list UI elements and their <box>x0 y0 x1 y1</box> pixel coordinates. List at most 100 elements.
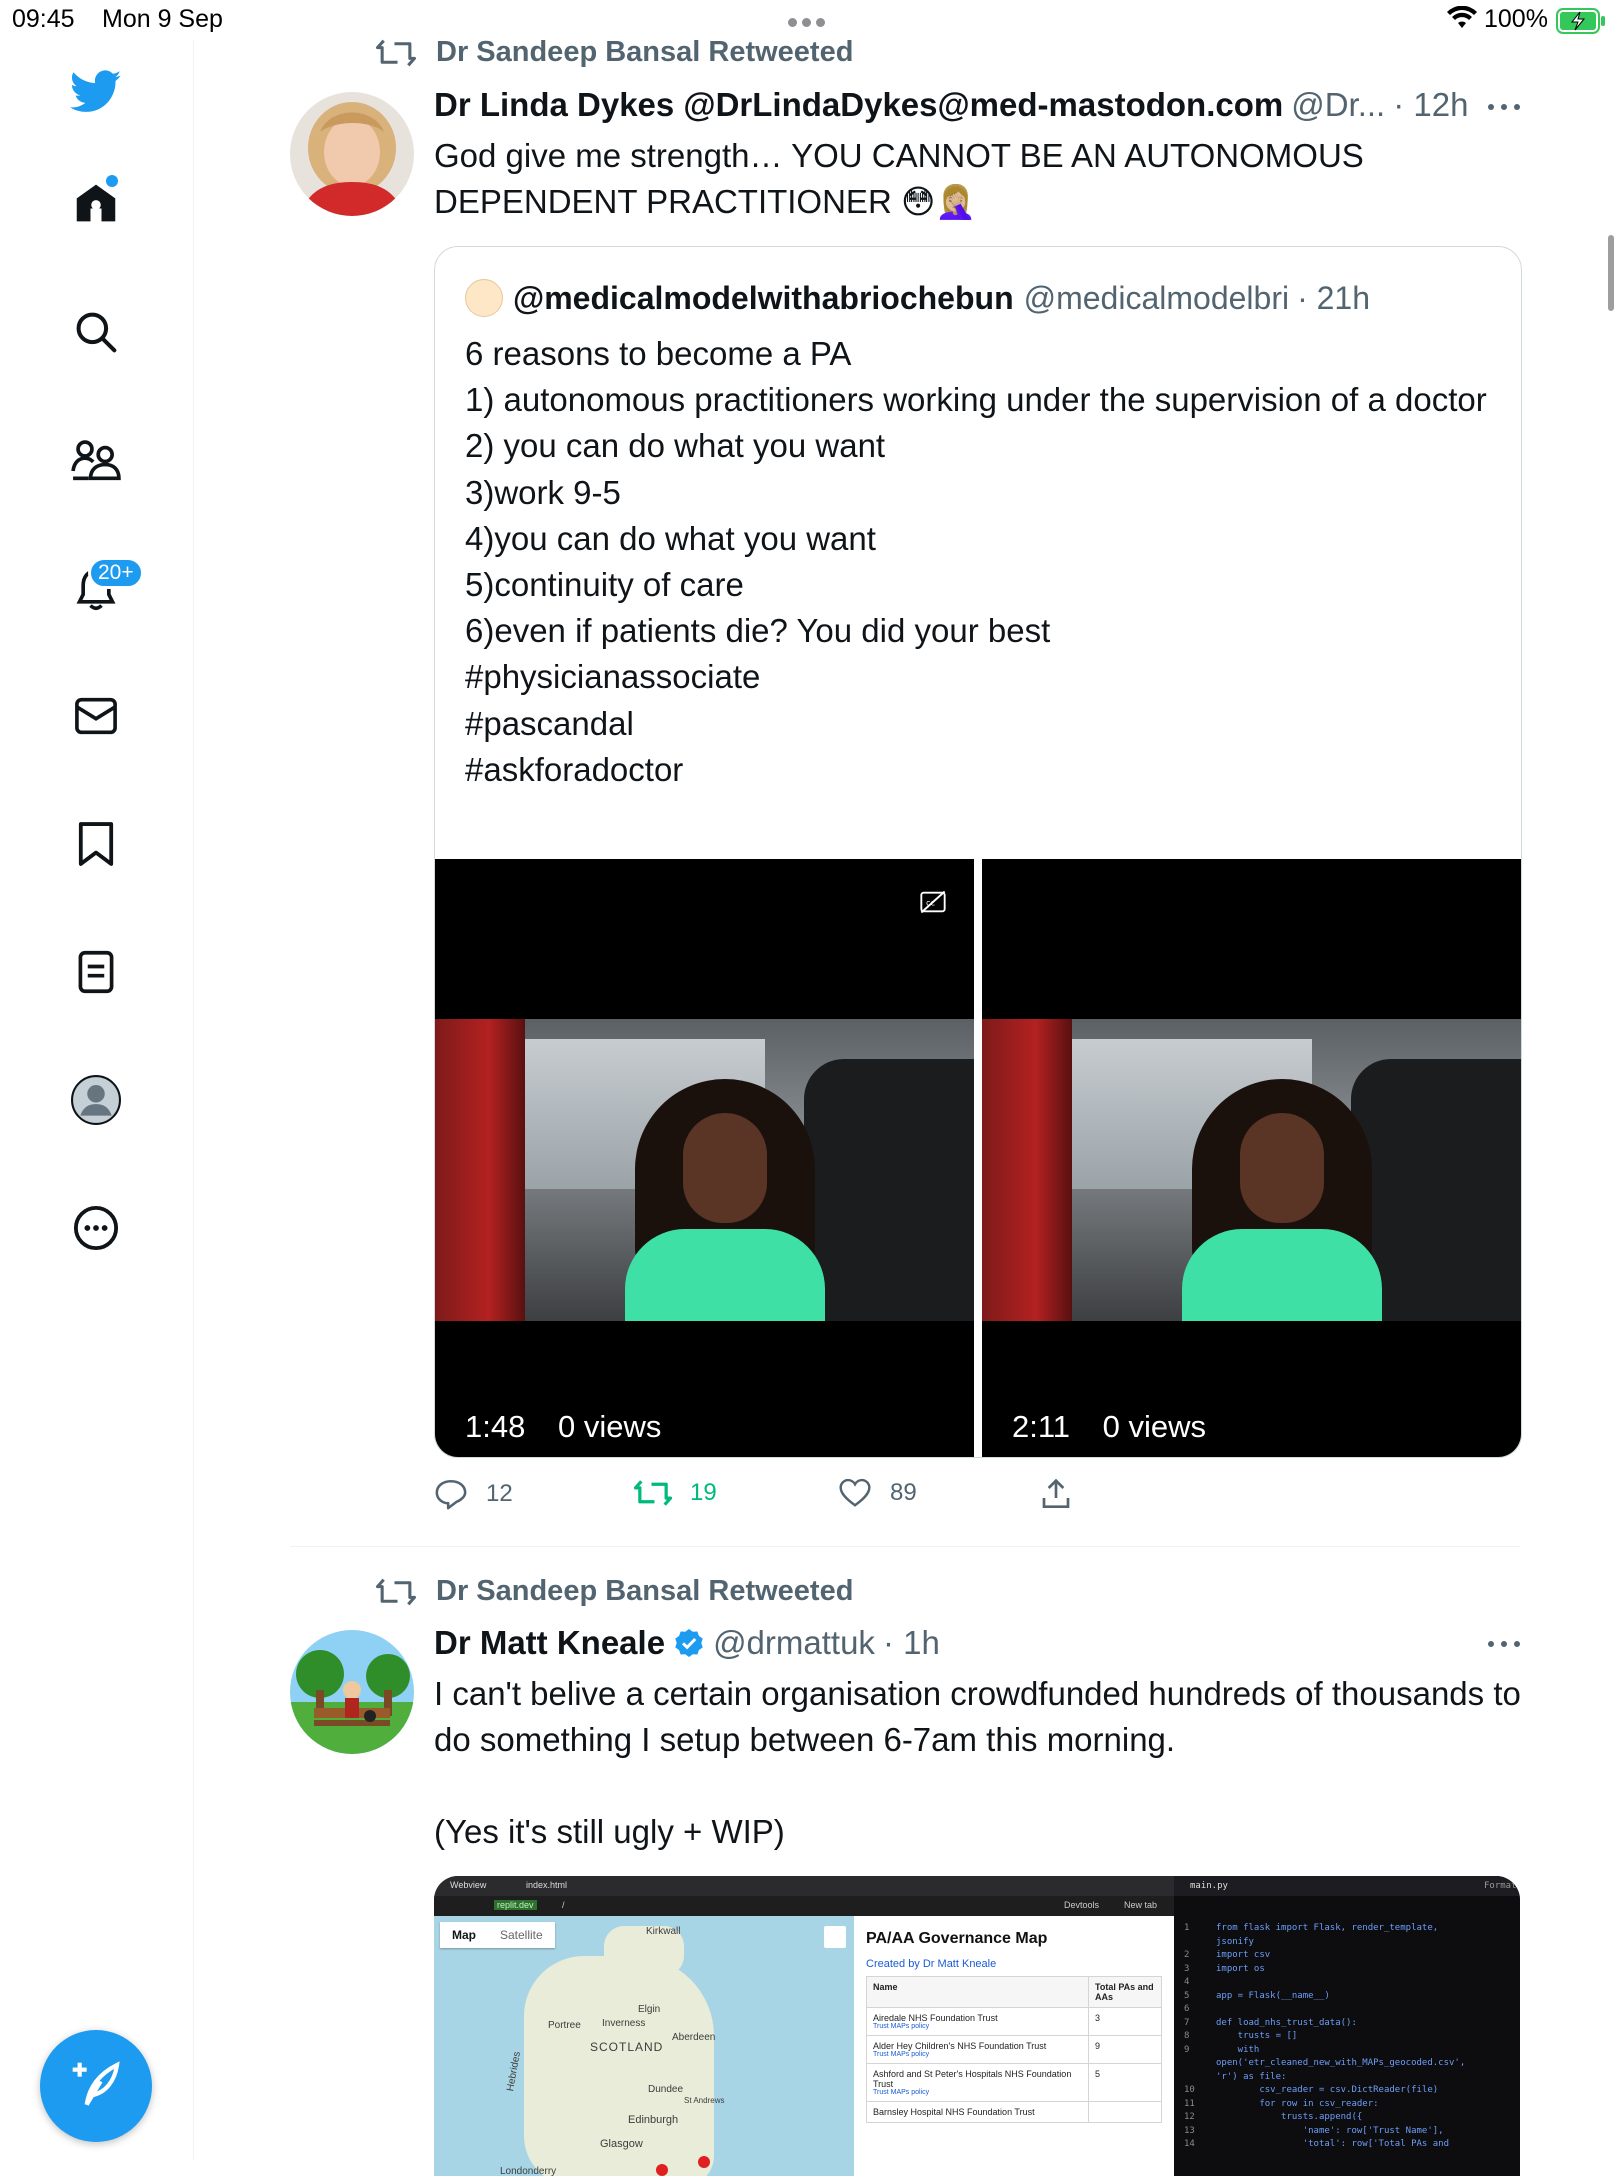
video-frame <box>435 1019 974 1321</box>
tweet-more-icon[interactable] <box>1488 1641 1520 1651</box>
author-handle[interactable]: @Dr... <box>1291 86 1385 124</box>
nav-notifications[interactable]: 20+ <box>66 557 144 619</box>
nav-communities[interactable] <box>66 430 126 490</box>
nav-lists[interactable] <box>66 942 126 1002</box>
video-duration: 1:48 <box>465 1409 526 1444</box>
notification-badge: 20+ <box>88 557 144 589</box>
video-meta: 1:48 0 views <box>465 1409 661 1445</box>
image-new-tab: New tab <box>1124 1900 1158 1910</box>
retweet-button[interactable]: 19 <box>634 1478 717 1508</box>
nav-bookmarks[interactable] <box>66 814 126 874</box>
quote-tweet-card[interactable]: @medicalmodelwithabriochebun @medicalmod… <box>434 246 1522 1458</box>
compose-tweet-button[interactable] <box>40 2030 152 2142</box>
tweet-text: God give me strength… YOU CANNOT BE AN A… <box>434 137 1373 220</box>
image-url: replit.dev <box>494 1900 537 1910</box>
video-views: 0 views <box>557 1409 662 1444</box>
image-url-path: / <box>562 1900 565 1910</box>
like-count: 89 <box>890 1479 917 1506</box>
avatar[interactable] <box>290 92 414 216</box>
battery-percent: 100% <box>1484 5 1548 33</box>
quote-text: 6 reasons to become a PA 1) autonomous p… <box>465 335 1487 788</box>
like-button[interactable]: 89 <box>838 1478 917 1508</box>
tweet-time[interactable]: · 1h <box>883 1624 940 1662</box>
quote-time: · 21h <box>1297 279 1371 316</box>
video-thumbnail[interactable]: 2:11 0 views <box>982 859 1521 1457</box>
nav-profile[interactable] <box>66 1070 126 1130</box>
more-circle-icon <box>73 1205 119 1251</box>
image-panel: PA/AA Governance Map Created by Dr Matt … <box>854 1916 1174 2176</box>
status-date: Mon 9 Sep <box>102 5 223 33</box>
share-icon <box>1042 1478 1070 1508</box>
image-map-toggle: Map Satellite <box>440 1922 555 1948</box>
quote-author-name[interactable]: @medicalmodelwithabriochebun <box>513 280 1014 317</box>
author-name[interactable]: Dr Matt Kneale <box>434 1624 665 1662</box>
retweet-context: Dr Sandeep Bansal Retweeted <box>376 36 853 69</box>
image-browser-tabbar: Webview index.html <box>434 1876 1174 1896</box>
verified-badge-icon <box>675 1629 703 1657</box>
tweet-image[interactable]: Webview index.html replit.dev / Devtools… <box>434 1876 1520 2176</box>
compose-feather-icon <box>72 2061 120 2106</box>
tweet-time[interactable]: · 12h <box>1393 86 1468 124</box>
retweet-icon <box>376 1578 416 1605</box>
video-meta: 2:11 0 views <box>1012 1409 1206 1445</box>
tweet-text: I can't belive a certain organisation cr… <box>434 1675 1521 1850</box>
author-name[interactable]: Dr Linda Dykes @DrLindaDykes@med-mastodo… <box>434 86 1283 124</box>
multitasking-dots-icon[interactable] <box>788 14 832 27</box>
bookmark-icon <box>78 822 114 866</box>
image-tab-index: index.html <box>526 1880 568 1890</box>
image-code-editor: main.py Format 1 2 3 4 5 6 7 8 9 10 11 1… <box>1174 1876 1520 2176</box>
home-icon <box>76 184 116 222</box>
map-marker[interactable] <box>698 2156 710 2168</box>
retweet-context: Dr Sandeep Bansal Retweeted <box>376 1575 853 1608</box>
twitter-logo-icon[interactable] <box>66 62 126 122</box>
retweet-icon <box>376 39 416 66</box>
profile-avatar-icon <box>71 1075 121 1125</box>
image-table: Name Total PAs and AAs Airedale NHS Foun… <box>866 1976 1162 2123</box>
retweet-icon <box>634 1480 672 1506</box>
fullscreen-icon[interactable] <box>824 1926 846 1948</box>
image-tab-webview: Webview <box>450 1880 487 1890</box>
retweeted-by-label: Dr Sandeep Bansal Retweeted <box>436 1575 854 1607</box>
tweet-author-line: Dr Linda Dykes @DrLindaDykes@med-mastodo… <box>434 86 1468 124</box>
nav-home[interactable] <box>66 173 126 233</box>
tweet-author-line: Dr Matt Kneale @drmattuk · 1h <box>434 1624 940 1662</box>
home-unread-dot <box>106 175 118 187</box>
nav-messages[interactable] <box>66 686 126 746</box>
tweet-more-icon[interactable] <box>1488 104 1520 114</box>
captions-icon[interactable]: cc <box>919 889 947 915</box>
tweet-divider <box>290 1546 1520 1547</box>
status-time: 09:45 <box>12 5 75 33</box>
list-icon <box>78 950 114 994</box>
video-frame <box>982 1019 1521 1321</box>
retweet-count: 19 <box>690 1479 717 1506</box>
reply-button[interactable]: 12 <box>434 1478 513 1510</box>
image-panel-subtitle: Created by Dr Matt Kneale <box>866 1958 997 1970</box>
reply-count: 12 <box>486 1480 513 1507</box>
reply-icon <box>435 1479 467 1510</box>
battery-charging-icon <box>1556 8 1605 34</box>
quote-avatar[interactable] <box>465 279 503 317</box>
image-devtools: Devtools <box>1064 1900 1100 1910</box>
communities-icon <box>71 440 121 481</box>
quote-author-handle[interactable]: @medicalmodelbri <box>1024 280 1289 317</box>
sidebar-nav: 20+ <box>0 40 194 2160</box>
envelope-icon <box>75 697 117 735</box>
image-url-bar: replit.dev / Devtools New tab <box>434 1896 1174 1916</box>
share-button[interactable] <box>1040 1478 1090 1510</box>
avatar[interactable] <box>290 1630 414 1754</box>
nav-search[interactable] <box>66 302 126 362</box>
wifi-icon <box>1447 6 1477 28</box>
tweet-actions: 12 19 89 <box>434 1478 1134 1518</box>
svg-text:cc: cc <box>926 898 935 908</box>
heart-icon <box>839 1478 871 1507</box>
scrollbar[interactable] <box>1608 235 1614 311</box>
image-map: Map Satellite Kirkwall Inverness SCOTLAN… <box>434 1916 854 2176</box>
video-views: 0 views <box>1102 1409 1207 1444</box>
map-marker[interactable] <box>656 2164 668 2176</box>
retweeted-by-label: Dr Sandeep Bansal Retweeted <box>436 36 854 68</box>
quote-author-line: @medicalmodelwithabriochebun @medicalmod… <box>465 279 1370 317</box>
video-duration: 2:11 <box>1012 1409 1071 1444</box>
nav-more[interactable] <box>66 1198 126 1258</box>
video-thumbnail[interactable]: cc 1:48 0 views <box>435 859 974 1457</box>
author-handle[interactable]: @drmattuk <box>713 1624 875 1662</box>
